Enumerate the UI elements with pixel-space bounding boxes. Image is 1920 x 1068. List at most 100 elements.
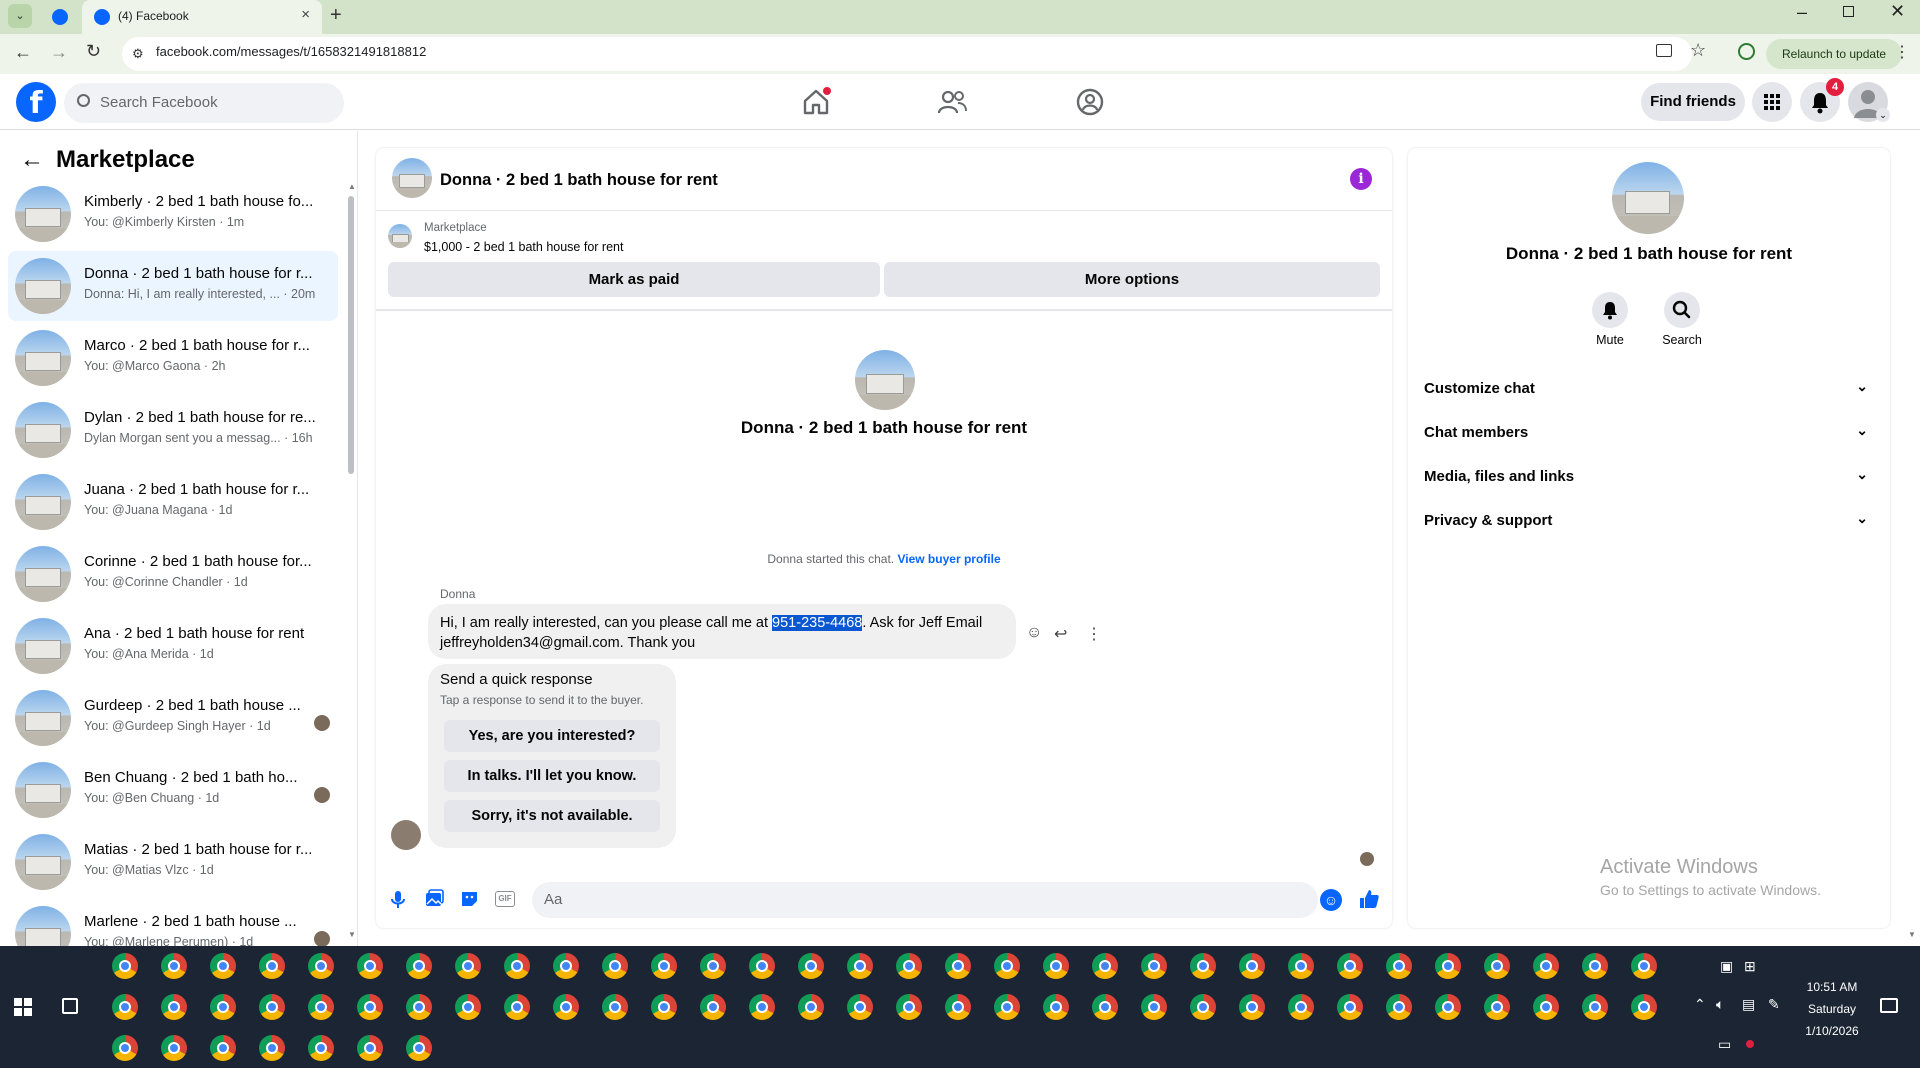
chrome-taskbar-icon[interactable] xyxy=(651,994,677,1020)
chrome-taskbar-icon[interactable] xyxy=(994,994,1020,1020)
chat-header-avatar[interactable] xyxy=(392,158,432,198)
mute-button[interactable] xyxy=(1592,292,1628,328)
details-avatar[interactable] xyxy=(1612,162,1684,234)
url-text[interactable]: facebook.com/messages/t/1658321491818812 xyxy=(156,44,426,59)
conversation-item[interactable]: Kimberly · 2 bed 1 bath house fo... You: … xyxy=(8,179,338,249)
sidebar-scrollbar[interactable] xyxy=(348,196,354,474)
chrome-taskbar-icon[interactable] xyxy=(1043,994,1069,1020)
chrome-taskbar-icon[interactable] xyxy=(357,953,383,979)
new-tab-icon[interactable]: + xyxy=(330,4,342,27)
listing-title[interactable]: $1,000 - 2 bed 1 bath house for rent xyxy=(424,240,623,254)
chrome-taskbar-icon[interactable] xyxy=(112,1035,138,1061)
notification-center-icon[interactable] xyxy=(1880,998,1898,1013)
chrome-taskbar-icon[interactable] xyxy=(1435,994,1461,1020)
scroll-up-icon[interactable]: ▲ xyxy=(348,182,356,191)
chrome-taskbar-icon[interactable] xyxy=(1288,994,1314,1020)
chrome-taskbar-icon[interactable] xyxy=(1386,994,1412,1020)
chrome-taskbar-icon[interactable] xyxy=(945,994,971,1020)
chrome-taskbar-icon[interactable] xyxy=(1190,994,1216,1020)
reload-icon[interactable]: ↻ xyxy=(86,41,101,62)
windows-start-icon[interactable] xyxy=(14,998,32,1016)
chrome-taskbar-icon[interactable] xyxy=(1141,953,1167,979)
chrome-taskbar-icon[interactable] xyxy=(161,953,187,979)
chrome-taskbar-icon[interactable] xyxy=(553,994,579,1020)
home-nav-icon[interactable] xyxy=(800,86,832,118)
phone-number-highlight[interactable]: 951-235-4468 xyxy=(772,615,863,631)
maximize-icon[interactable] xyxy=(1843,6,1854,17)
scroll-down-icon[interactable]: ▼ xyxy=(348,930,356,939)
listing-thumbnail[interactable] xyxy=(388,224,412,248)
conversation-item[interactable]: Dylan · 2 bed 1 bath house for re... Dyla… xyxy=(8,395,338,465)
back-icon[interactable]: ← xyxy=(14,42,32,63)
site-info-icon[interactable]: ⚙ xyxy=(132,46,144,62)
page-scrollbar-down-icon[interactable]: ▼ xyxy=(1908,930,1916,939)
message-bubble[interactable]: Hi, I am really interested, can you plea… xyxy=(428,604,1016,659)
tray-record-icon[interactable] xyxy=(1746,1040,1754,1048)
taskbar-clock[interactable]: 10:51 AM Saturday 1/10/2026 xyxy=(1788,976,1876,1042)
chrome-taskbar-icon[interactable] xyxy=(1092,953,1118,979)
close-tab-icon[interactable]: × xyxy=(301,6,310,23)
friends-nav-icon[interactable] xyxy=(936,86,968,118)
chrome-taskbar-icon[interactable] xyxy=(1288,953,1314,979)
chrome-taskbar-icon[interactable] xyxy=(1141,994,1167,1020)
chrome-taskbar-icon[interactable] xyxy=(602,953,628,979)
quick-response-option[interactable]: In talks. I'll let you know. xyxy=(444,760,660,792)
chrome-taskbar-icon[interactable] xyxy=(1533,953,1559,979)
chrome-taskbar-icon[interactable] xyxy=(210,953,236,979)
chrome-taskbar-icon[interactable] xyxy=(112,953,138,979)
sender-avatar[interactable] xyxy=(391,820,421,850)
chrome-taskbar-icon[interactable] xyxy=(504,994,530,1020)
find-friends-button[interactable]: Find friends xyxy=(1641,83,1745,121)
tray-app-icon[interactable]: ⊞ xyxy=(1744,958,1756,975)
chrome-taskbar-icon[interactable] xyxy=(553,953,579,979)
chrome-taskbar-icon[interactable] xyxy=(1631,953,1657,979)
close-window-icon[interactable]: ✕ xyxy=(1890,1,1905,22)
more-options-button[interactable]: More options xyxy=(884,262,1380,297)
facebook-logo-icon[interactable]: f xyxy=(16,82,56,122)
chrome-taskbar-icon[interactable] xyxy=(700,994,726,1020)
chrome-taskbar-icon[interactable] xyxy=(651,953,677,979)
chrome-taskbar-icon[interactable] xyxy=(798,994,824,1020)
facebook-search-input[interactable]: Search Facebook xyxy=(64,83,344,123)
chrome-taskbar-icon[interactable] xyxy=(406,994,432,1020)
conversation-item[interactable]: Marco · 2 bed 1 bath house for r... You: … xyxy=(8,323,338,393)
menu-grid-button[interactable] xyxy=(1752,82,1792,122)
chrome-taskbar-icon[interactable] xyxy=(1631,994,1657,1020)
chrome-taskbar-icon[interactable] xyxy=(406,953,432,979)
quick-response-option[interactable]: Yes, are you interested? xyxy=(444,720,660,752)
chrome-taskbar-icon[interactable] xyxy=(1337,953,1363,979)
gif-icon[interactable]: GIF xyxy=(495,891,515,907)
chrome-taskbar-icon[interactable] xyxy=(798,953,824,979)
task-view-icon[interactable] xyxy=(62,998,78,1014)
message-input[interactable]: Aa xyxy=(532,882,1318,918)
react-emoji-icon[interactable]: ☺ xyxy=(1026,624,1042,642)
mark-as-paid-button[interactable]: Mark as paid xyxy=(388,262,880,297)
chrome-taskbar-icon[interactable] xyxy=(749,953,775,979)
chrome-taskbar-icon[interactable] xyxy=(259,953,285,979)
volume-icon[interactable]: 🔈︎ xyxy=(1716,996,1724,1013)
forward-icon[interactable]: → xyxy=(50,42,68,63)
minimize-icon[interactable]: – xyxy=(1797,2,1807,23)
conversation-item[interactable]: Ana · 2 bed 1 bath house for rent You: @A… xyxy=(8,611,338,681)
microphone-icon[interactable] xyxy=(387,888,409,910)
chrome-taskbar-icon[interactable] xyxy=(308,994,334,1020)
tray-monitor-icon[interactable]: ▭ xyxy=(1718,1036,1731,1053)
chrome-taskbar-icon[interactable] xyxy=(1386,953,1412,979)
conversation-item[interactable]: Marlene · 2 bed 1 bath house ... You: @Ma… xyxy=(8,899,338,946)
tray-network-icon[interactable]: ▤ xyxy=(1742,996,1755,1013)
chrome-taskbar-icon[interactable] xyxy=(455,994,481,1020)
photo-icon[interactable] xyxy=(423,888,445,910)
chrome-taskbar-icon[interactable] xyxy=(161,1035,187,1061)
reply-icon[interactable]: ↩ xyxy=(1054,624,1067,644)
profile-icon[interactable] xyxy=(1738,43,1755,60)
chrome-taskbar-icon[interactable] xyxy=(1239,953,1265,979)
tray-overflow-chevron-icon[interactable]: ⌃ xyxy=(1694,996,1706,1013)
chrome-taskbar-icon[interactable] xyxy=(1533,994,1559,1020)
chrome-taskbar-icon[interactable] xyxy=(357,994,383,1020)
chrome-taskbar-icon[interactable] xyxy=(945,953,971,979)
chrome-taskbar-icon[interactable] xyxy=(504,953,530,979)
chrome-taskbar-icon[interactable] xyxy=(1337,994,1363,1020)
chrome-taskbar-icon[interactable] xyxy=(1043,953,1069,979)
like-thumb-icon[interactable] xyxy=(1358,888,1380,910)
chrome-taskbar-icon[interactable] xyxy=(259,994,285,1020)
